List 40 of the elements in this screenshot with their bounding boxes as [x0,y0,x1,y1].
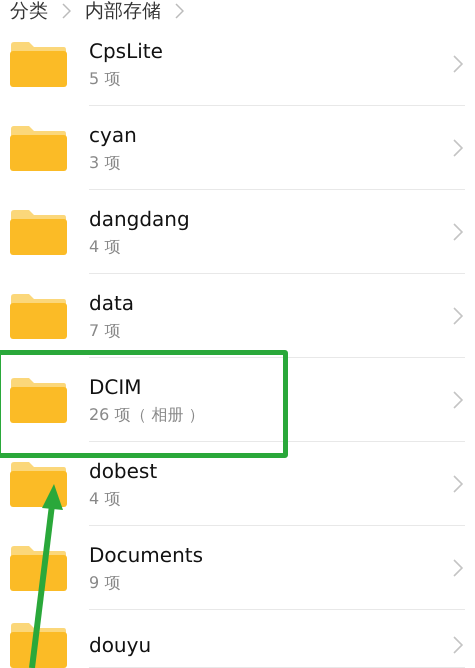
folder-row[interactable]: CpsLite 5 项 [0,22,475,106]
chevron-icon [453,474,463,492]
folder-row[interactable]: dangdang 4 项 [0,190,475,274]
folder-name: douyu [89,632,152,656]
folder-icon [9,125,67,171]
item-count: 26 项（ 相册 ） [89,404,206,424]
chevron-icon [453,54,463,72]
folder-name: cyan [89,122,138,146]
folder-name: DCIM [89,374,143,398]
chevron-icon [62,3,71,19]
folder-icon [9,293,67,339]
item-count: 3 项 [89,152,122,172]
folder-row[interactable]: cyan 3 项 [0,106,475,190]
item-count: 7 项 [89,320,122,340]
item-count: 4 项 [89,488,122,508]
chevron-icon [453,636,463,654]
folder-icon [9,41,67,87]
chevron-icon [453,390,463,408]
chevron-icon [453,138,463,156]
folder-name: Documents [89,542,204,566]
folder-icon [9,377,67,423]
chevron-icon [453,306,463,324]
folder-row[interactable]: dobest 4 项 [0,442,475,526]
folder-name: CpsLite [89,38,164,62]
item-count: 9 项 [89,572,122,592]
folder-name: dobest [89,458,158,482]
item-count: 4 项 [89,236,122,256]
folder-name: dangdang [89,206,191,230]
folder-row[interactable]: douyu [0,610,475,668]
item-count: 5 项 [89,68,122,88]
folder-row[interactable]: Documents 9 项 [0,526,475,610]
chevron-icon [453,558,463,576]
folder-row[interactable]: DCIM 26 项（ 相册 ） [0,358,475,442]
folder-icon [9,209,67,255]
breadcrumb-item[interactable]: 分类 [10,1,48,21]
folder-row[interactable]: data 7 项 [0,274,475,358]
folder-name: data [89,290,136,314]
breadcrumb-item[interactable]: 内部存储 [85,1,161,21]
chevron-icon [175,3,184,19]
chevron-icon [453,222,463,240]
